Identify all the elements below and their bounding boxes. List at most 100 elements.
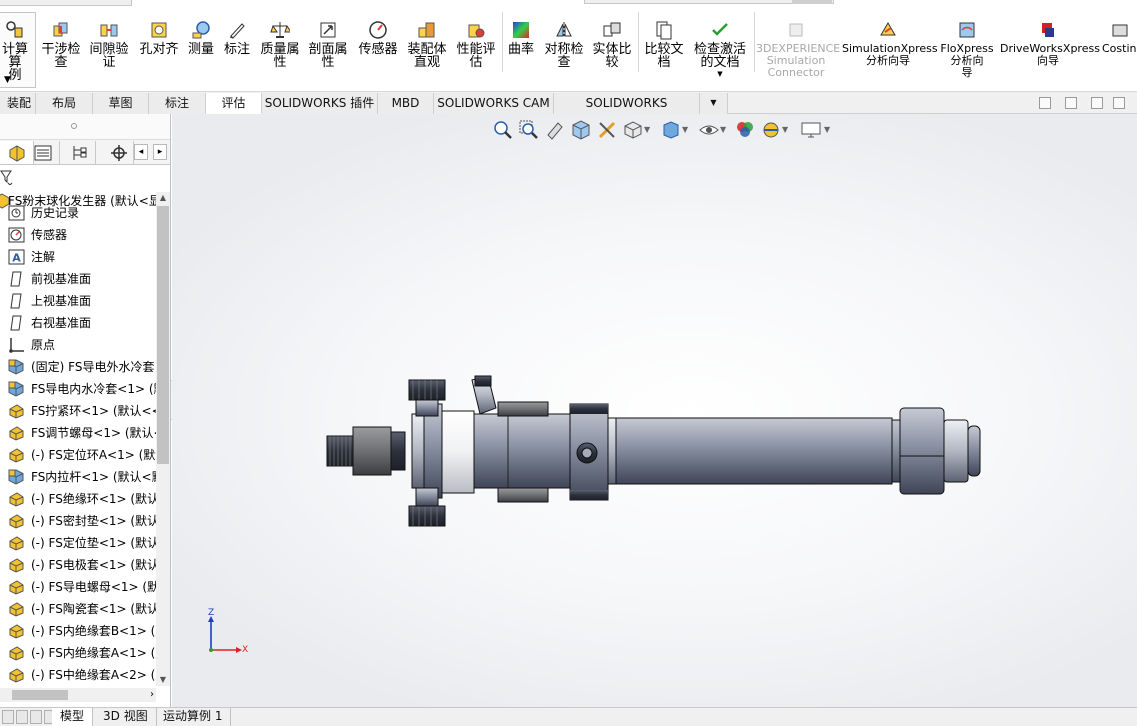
tab-3d-views[interactable]: 3D 视图 (95, 708, 157, 726)
symmetry-check-button[interactable]: 对称检 查 (542, 20, 586, 69)
tab-solidworks-addins[interactable]: SOLIDWORKS 插件 (262, 93, 378, 114)
markup-button[interactable]: 标注 (222, 20, 252, 56)
interference-check-icon (53, 22, 68, 37)
tree-item-history[interactable]: 历史记录 (0, 202, 156, 224)
part-icon (9, 404, 24, 419)
tree-vertical-scrollbar[interactable]: ▲ ▼ (156, 192, 170, 686)
tab-markup[interactable]: 标注 (149, 93, 206, 114)
filter-funnel-icon[interactable] (0, 169, 14, 185)
floxpress-icon (959, 22, 975, 38)
simulationxpress-icon (880, 22, 896, 36)
section-properties-icon (320, 22, 336, 38)
tree-item-component[interactable]: (-) FS内绝缘套A<1> (默 (0, 642, 156, 664)
tree-item-sensors[interactable]: 传感器 (0, 224, 156, 246)
tile-icon[interactable] (1091, 97, 1103, 109)
tree-item-component[interactable]: (-) FS内绝缘套B<1> (默 (0, 620, 156, 642)
tab-sketch[interactable]: 草图 (93, 93, 149, 114)
sensor-icon (369, 21, 387, 39)
tree-item-component[interactable]: (-) FS密封垫<1> (默认 (0, 510, 156, 532)
tab-configurationmanager[interactable] (62, 141, 96, 164)
driveworksxpress-button[interactable]: DriveWorksXpress 向导 (1000, 20, 1100, 67)
configurationmanager-icon (73, 145, 86, 160)
measure-button[interactable]: 测量 (186, 20, 216, 56)
assembly-visualization-button[interactable]: 装配体 直观 (404, 20, 450, 69)
tree-item-right-plane[interactable]: 右视基准面 (0, 312, 156, 334)
restore-left-icon[interactable] (1039, 97, 1051, 109)
tree-item-annotations[interactable]: A 注解 (0, 246, 156, 268)
tab-solidworks-cam[interactable]: SOLIDWORKS CAM (434, 93, 554, 114)
clearance-verify-button[interactable]: 间隙验 证 (88, 20, 130, 69)
part-icon (9, 426, 24, 441)
tree-item-component[interactable]: (固定) FS导电外水冷套 (0, 356, 156, 378)
assembly-visualization-icon (418, 22, 435, 38)
scroll-down-icon[interactable]: ▼ (156, 674, 170, 686)
curvature-button[interactable]: 曲率 (506, 20, 536, 56)
performance-evaluation-button[interactable]: 性能评 估 (454, 20, 498, 69)
dimxpert-crosshair-icon (110, 144, 127, 161)
tree-item-component[interactable]: (-) FS中绝缘套A<2> (默 (0, 664, 156, 686)
scroll-thumb[interactable] (157, 206, 169, 464)
tree-item-origin[interactable]: 原点 (0, 334, 156, 356)
check-active-document-button[interactable]: 检查激活 的文档 ▼ (690, 20, 750, 79)
scroll-thumb[interactable] (12, 690, 68, 700)
tree-item-component[interactable]: FS调节螺母<1> (默认< (0, 422, 156, 444)
3dexperience-simulation-connector-button[interactable]: 3DEXPERIENCE Simulation Connector (756, 20, 840, 79)
tab-motion-study[interactable]: 运动算例 1 (155, 708, 232, 726)
sensor-button[interactable]: 传感器 (356, 20, 400, 56)
tab-layout[interactable]: 布局 (36, 93, 93, 114)
tree-item-component[interactable]: (-) FS陶瓷套<1> (默认 (0, 598, 156, 620)
hole-alignment-icon (151, 22, 167, 38)
tree-item-component[interactable]: (-) FS定位垫<1> (默认 (0, 532, 156, 554)
costing-button[interactable]: Costin (1102, 20, 1137, 55)
simulationxpress-button[interactable]: SimulationXpress 分析向导 (842, 20, 938, 67)
tab-dimxpertmanager[interactable] (104, 141, 134, 164)
scroll-up-icon[interactable]: ▲ (156, 192, 170, 204)
measure-icon (192, 21, 210, 39)
scroll-right-icon[interactable]: › (150, 688, 154, 702)
tree-horizontal-scrollbar[interactable]: › (0, 688, 156, 702)
part-icon (9, 668, 24, 683)
tree-item-component[interactable]: FS导电内水冷套<1> (默 (0, 378, 156, 400)
tab-solidworks-inspection[interactable]: SOLIDWORKS Inspection (554, 93, 700, 130)
compare-documents-button[interactable]: 比较文 档 (642, 20, 686, 69)
part-icon (9, 624, 24, 639)
tree-item-component[interactable]: (-) FS电极套<1> (默认 (0, 554, 156, 576)
mass-properties-button[interactable]: 质量属 性 (258, 20, 302, 69)
tab-propertymanager[interactable] (26, 141, 60, 164)
origin-icon (9, 338, 24, 353)
tab-overflow-chevron-icon[interactable]: ▼ (700, 93, 728, 114)
first-tab-icon[interactable] (2, 710, 14, 724)
3d-model-plasma-generator[interactable] (172, 114, 1137, 707)
manager-tabs: ◂ ▸ (0, 140, 170, 165)
part-icon (9, 602, 24, 617)
tab-assembly[interactable]: 装配体 (0, 93, 36, 114)
symmetry-check-icon (556, 22, 572, 38)
featuremanager-icon (9, 144, 24, 162)
tab-scroll-right-icon[interactable]: ▸ (153, 144, 167, 160)
tree-item-component[interactable]: (-) FS导电螺母<1> (默 (0, 576, 156, 598)
tab-scroll-left-icon[interactable]: ◂ (134, 144, 148, 160)
previous-tab-icon[interactable] (16, 710, 28, 724)
interference-check-button[interactable]: 干涉检 查 (40, 20, 82, 69)
tree-item-component[interactable]: FS内拉杆<1> (默认<默 (0, 466, 156, 488)
floxpress-button[interactable]: FloXpress 分析向 导 (940, 20, 994, 79)
tree-item-component[interactable]: (-) FS绝缘环<1> (默认 (0, 488, 156, 510)
tree-item-top-plane[interactable]: 上视基准面 (0, 290, 156, 312)
subassembly-icon (8, 381, 24, 397)
tab-evaluate[interactable]: 评估 (206, 93, 262, 114)
hole-alignment-button[interactable]: 孔对齐 (138, 20, 180, 56)
chevron-down-icon[interactable]: ▼ (690, 69, 750, 79)
tree-item-component[interactable]: FS拧紧环<1> (默认<< (0, 400, 156, 422)
graphics-area[interactable]: ▼ ▼ ▼ ▼ ▼ Z X (172, 114, 1137, 707)
tab-mbd[interactable]: MBD (378, 93, 434, 114)
compare-bodies-button[interactable]: 实体比 较 (590, 20, 634, 69)
tree-item-front-plane[interactable]: 前视基准面 (0, 268, 156, 290)
restore-right-icon[interactable] (1065, 97, 1077, 109)
pane-grip-icon[interactable] (71, 123, 77, 129)
design-study-button[interactable]: 计算算 例 (0, 20, 30, 82)
next-tab-icon[interactable] (30, 710, 42, 724)
maximize-icon[interactable] (1113, 97, 1125, 109)
tab-model[interactable]: 模型 (52, 708, 94, 726)
section-properties-button[interactable]: 剖面属 性 (306, 20, 350, 69)
tree-item-component[interactable]: (-) FS定位环A<1> (默认 (0, 444, 156, 466)
